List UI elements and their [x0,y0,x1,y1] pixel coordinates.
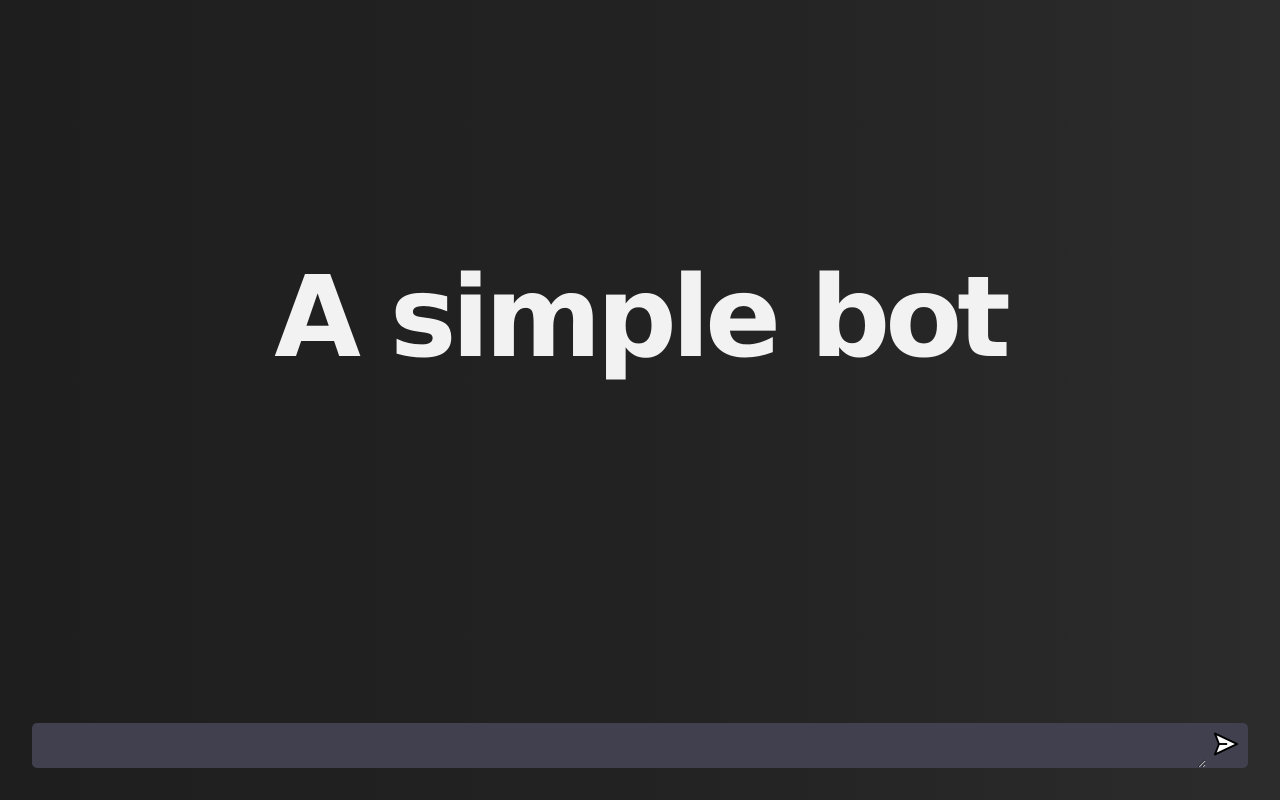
message-input[interactable] [32,723,1206,768]
send-button[interactable] [1210,728,1242,760]
message-composer [32,723,1248,768]
hero: A simple bot [0,248,1280,388]
page-title: A simple bot [274,253,1011,383]
send-icon [1212,730,1240,758]
